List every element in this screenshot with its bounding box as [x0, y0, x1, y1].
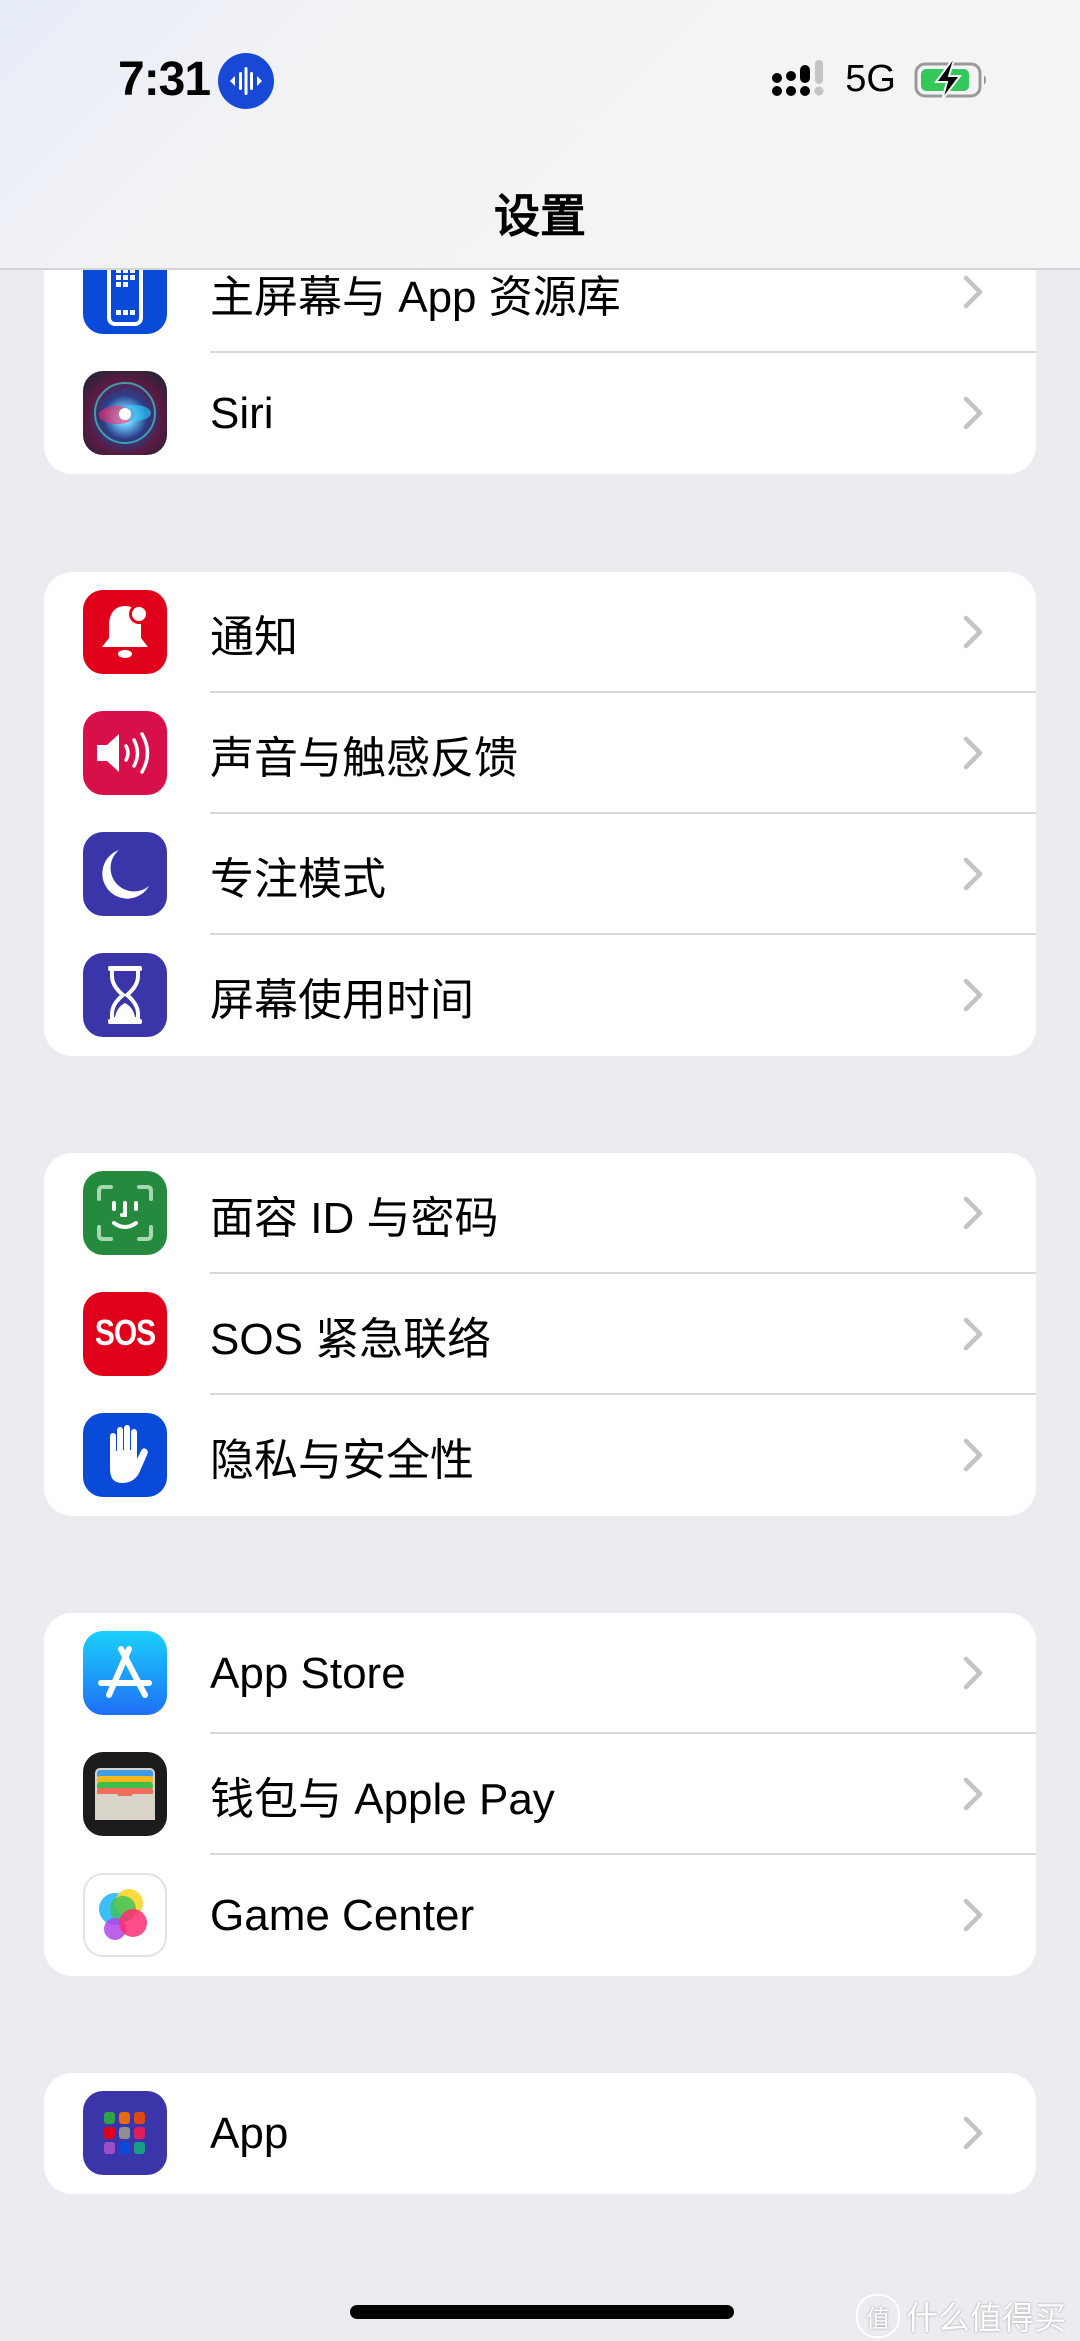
settings-row-label: 声音与触感反馈: [210, 733, 518, 783]
settings-row-game-center[interactable]: Game Center: [44, 1855, 1036, 1976]
settings-row-label: 专注模式: [210, 854, 386, 904]
chevron-right-icon: [963, 1898, 983, 1932]
chevron-right-icon: [963, 2116, 983, 2150]
bell-icon: [83, 590, 167, 674]
settings-row-notifications[interactable]: 通知: [44, 572, 1036, 693]
chevron-right-icon: [963, 978, 983, 1012]
settings-row-label: App Store: [210, 1648, 406, 1698]
settings-row-label: 隐私与安全性: [210, 1435, 474, 1485]
wallet-icon: [83, 1752, 167, 1836]
settings-group-3: 面容 ID 与密码 SOS SOS 紧急联络 隐私与安全性: [44, 1153, 1036, 1516]
settings-row-label: 通知: [210, 612, 298, 662]
navigation-header: 7:31 5G 设置: [0, 0, 1080, 270]
chevron-right-icon: [963, 1196, 983, 1230]
chevron-right-icon: [963, 736, 983, 770]
settings-row-emergency-sos[interactable]: SOS SOS 紧急联络: [44, 1274, 1036, 1395]
app-store-icon: [83, 1631, 167, 1715]
settings-row-label: 面容 ID 与密码: [210, 1193, 499, 1243]
status-indicators: 5G: [771, 58, 990, 101]
sos-icon: SOS: [83, 1292, 167, 1376]
cellular-signal-icon: [772, 59, 824, 96]
settings-row-apps[interactable]: App: [44, 2073, 1036, 2194]
status-time: 7:31: [118, 53, 211, 106]
chevron-right-icon: [963, 1438, 983, 1472]
speaker-icon: [83, 711, 167, 795]
watermark: 值 什么值得买: [855, 2293, 1066, 2339]
network-type: 5G: [845, 58, 896, 100]
chevron-right-icon: [963, 1656, 983, 1690]
settings-row-label: Siri: [210, 388, 274, 438]
apps-grid-icon: [83, 2091, 167, 2175]
moon-icon: [83, 832, 167, 916]
settings-row-siri[interactable]: Siri: [44, 353, 1036, 474]
chevron-right-icon: [963, 396, 983, 430]
chevron-right-icon: [963, 615, 983, 649]
settings-row-label: 钱包与 Apple Pay: [210, 1774, 555, 1824]
chevron-right-icon: [963, 275, 983, 309]
settings-row-label: App: [210, 2108, 289, 2158]
settings-row-label: 屏幕使用时间: [210, 975, 474, 1025]
settings-row-focus[interactable]: 专注模式: [44, 814, 1036, 935]
audio-waveform-icon[interactable]: [218, 53, 274, 109]
face-id-icon: [83, 1171, 167, 1255]
chevron-right-icon: [963, 857, 983, 891]
sos-icon-text: SOS: [94, 1313, 156, 1354]
chevron-right-icon: [963, 1317, 983, 1351]
settings-row-label: Game Center: [210, 1890, 475, 1940]
watermark-badge: 值: [855, 2294, 900, 2338]
settings-row-privacy[interactable]: 隐私与安全性: [44, 1395, 1036, 1516]
watermark-text: 什么值得买: [905, 2300, 1066, 2336]
game-center-icon: [83, 1873, 167, 1957]
settings-row-screen-time[interactable]: 屏幕使用时间: [44, 935, 1036, 1056]
settings-row-label: SOS 紧急联络: [210, 1314, 492, 1364]
chevron-right-icon: [963, 1777, 983, 1811]
hand-icon: [83, 1413, 167, 1497]
hourglass-icon: [83, 953, 167, 1037]
settings-row-app-store[interactable]: App Store: [44, 1613, 1036, 1734]
page-title: 设置: [494, 190, 586, 242]
settings-row-label: 主屏幕与 App 资源库: [210, 272, 621, 322]
settings-group-4: App Store 钱包与 Apple Pay Game Center: [44, 1613, 1036, 1976]
settings-row-face-id[interactable]: 面容 ID 与密码: [44, 1153, 1036, 1274]
home-indicator[interactable]: [350, 2305, 734, 2319]
settings-row-wallet[interactable]: 钱包与 Apple Pay: [44, 1734, 1036, 1855]
settings-group-2: 通知 声音与触感反馈 专注模式 屏幕使用时间: [44, 572, 1036, 1056]
siri-icon: [83, 371, 167, 455]
battery-charging-icon: [914, 59, 986, 100]
settings-row-sounds[interactable]: 声音与触感反馈: [44, 693, 1036, 814]
settings-group-5: App: [44, 2073, 1036, 2194]
